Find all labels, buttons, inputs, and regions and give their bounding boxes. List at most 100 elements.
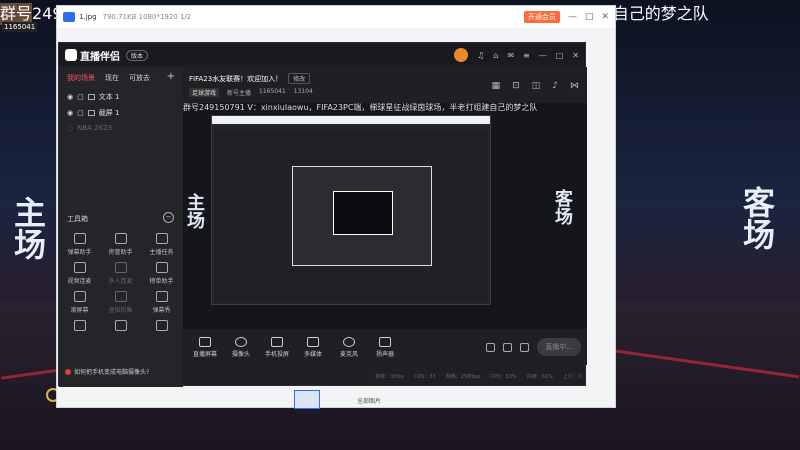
speaker-button[interactable]: 扬声器 <box>369 336 401 358</box>
start-live-button[interactable]: 直播中... <box>537 338 581 356</box>
eye-icon[interactable]: ◉ <box>67 109 73 117</box>
eye-off-icon[interactable]: ◌ <box>67 124 73 132</box>
record-icon[interactable] <box>486 342 496 352</box>
tool-label: 榜单助手 <box>149 278 174 285</box>
game-category-tag[interactable]: 足球游戏 <box>189 88 220 97</box>
camera-icon <box>235 336 247 347</box>
tool-tasks[interactable]: 主播任务 <box>141 233 182 256</box>
source-toolbar: 直播屏幕 摄像头 手机投屏 多媒体 麦克风 扬声器 直播中... <box>183 329 587 365</box>
image-viewer-titlebar: 1.jpg 790.71KB 1080*1920 1/2 开通会员 — □ ✕ <box>57 6 615 28</box>
source-item[interactable]: ◉ ▢ 文本 1 <box>59 89 183 105</box>
headset-icon[interactable]: ♫ <box>477 51 484 60</box>
tool-label: 弹幕助手 <box>67 249 92 256</box>
stream-preview[interactable]: 群号249150791 V：xinxiulaowu，FIFA23PC端，梯球星征… <box>183 103 587 329</box>
tool-label: 弹幕秀 <box>152 307 171 314</box>
source-item[interactable]: ◉ ▢ 截屏 1 <box>59 105 183 121</box>
status-bar: 帧率：30fps CPU：33 网络：25Mbps CPU：53% 内存：61%… <box>183 365 587 387</box>
tool-video-link[interactable]: 视频连麦 <box>59 262 100 285</box>
shirt-icon[interactable]: ⌂ <box>493 51 498 60</box>
help-tip[interactable]: 如何把手机变成电脑摄像头? <box>59 367 183 376</box>
ranking-icon <box>155 262 168 273</box>
toolbox-collapse-icon[interactable]: − <box>163 212 174 223</box>
tool-extra-icon <box>73 320 86 331</box>
eye-icon[interactable]: ◉ <box>67 93 73 101</box>
source-label: 截屏 1 <box>98 109 120 117</box>
mirror-icon[interactable]: ◫ <box>532 81 541 91</box>
button-label: 手机投屏 <box>264 350 289 358</box>
user-avatar[interactable] <box>454 48 469 62</box>
background-home-text: 主场 <box>9 196 47 260</box>
tool-danmu[interactable]: 弹幕助手 <box>59 233 100 256</box>
tab-my-scenes[interactable]: 我的场景 <box>67 73 95 83</box>
streaming-app-window: 直播伴侣 版本 ♫ ⌂ ✉ ≡ — □ ✕ 我的场景 现在 可放去 + ◉ ▢ … <box>58 42 587 387</box>
add-media-button[interactable]: 多媒体 <box>297 336 329 358</box>
tip-icon <box>65 368 71 375</box>
status-cpu-temp: CPU：33 <box>414 373 436 380</box>
tab-now[interactable]: 现在 <box>105 73 119 83</box>
monitor-icon <box>199 336 211 347</box>
eye-icon[interactable] <box>503 342 513 352</box>
background-away-text: 客场 <box>738 186 776 250</box>
viewer-logo-icon <box>63 12 75 22</box>
capture-source-icon <box>87 110 95 116</box>
bell-icon[interactable]: ♪ <box>552 81 558 91</box>
viewer-filename: 1.jpg <box>79 13 97 21</box>
minimize-icon[interactable]: — <box>568 12 577 22</box>
lock-icon[interactable]: ▢ <box>77 93 84 101</box>
layout-icon[interactable]: ▦ <box>492 81 501 91</box>
tool-extra[interactable] <box>141 320 182 331</box>
sidebar: 我的场景 现在 可放去 + ◉ ▢ 文本 1 ◉ ▢ 截屏 1 ◌ NBA 2K… <box>59 67 183 387</box>
microphone-button[interactable]: 麦克风 <box>333 336 365 358</box>
status-cpu: CPU：53% <box>490 373 517 380</box>
share-icon[interactable]: ⋈ <box>570 81 579 91</box>
nested-window-innermost <box>333 191 393 235</box>
source-label: NBA 2K23 <box>77 124 113 132</box>
maximize-icon[interactable]: □ <box>556 51 564 60</box>
tip-text: 如何把手机变成电脑摄像头? <box>74 369 150 376</box>
tool-extra[interactable] <box>59 320 100 331</box>
viewer-open-vip-button[interactable]: 开通会员 <box>523 11 560 23</box>
add-camera-button[interactable]: 摄像头 <box>225 336 257 358</box>
play-icon <box>307 336 319 347</box>
tool-extra[interactable] <box>100 320 141 331</box>
tool-avatar[interactable]: 虚拟形象 <box>100 291 141 314</box>
background-viewer-id: 1165041 <box>2 22 38 32</box>
add-scene-icon[interactable]: + <box>167 72 175 83</box>
close-icon[interactable]: ✕ <box>572 51 579 60</box>
app-titlebar-actions: ♫ ⌂ ✉ ≡ — □ ✕ <box>454 48 579 62</box>
viewer-thumbnail[interactable] <box>294 390 320 409</box>
video-link-icon <box>73 262 86 273</box>
menu-icon[interactable]: ≡ <box>523 51 530 60</box>
tool-multi-link[interactable]: 多人连麦 <box>100 262 141 285</box>
app-version-badge[interactable]: 版本 <box>126 49 149 61</box>
add-screen-button[interactable]: 直播屏幕 <box>189 336 221 358</box>
scene-tabs: 我的场景 现在 可放去 + <box>59 67 183 89</box>
tool-danmu-show[interactable]: 弹幕秀 <box>141 291 182 314</box>
close-icon[interactable]: ✕ <box>601 12 609 22</box>
tool-ranking[interactable]: 榜单助手 <box>141 262 182 285</box>
app-logo: 直播伴侣 <box>65 48 120 63</box>
button-label: 直播屏幕 <box>192 350 217 358</box>
preview-nested-window <box>211 115 491 305</box>
nested-window-body <box>214 130 488 302</box>
source-item[interactable]: ◌ NBA 2K23 <box>59 121 183 135</box>
button-label: 多媒体 <box>303 350 322 358</box>
tab-available[interactable]: 可放去 <box>129 73 150 83</box>
settings-icon[interactable] <box>520 342 530 352</box>
room-actions: ▦ ⊡ ◫ ♪ ⋈ <box>492 81 579 91</box>
maximize-icon[interactable]: □ <box>585 12 594 22</box>
viewer-footer: 全部图片 <box>57 389 617 409</box>
microphone-icon <box>343 336 355 347</box>
tool-scroll-screen[interactable]: 滚屏幕 <box>59 291 100 314</box>
preview-home-text: 主场 <box>184 193 205 229</box>
nested-window-titlebar <box>212 116 490 124</box>
mail-icon[interactable]: ✉ <box>507 51 514 60</box>
add-phone-cast-button[interactable]: 手机投屏 <box>261 336 293 358</box>
minimize-icon[interactable]: — <box>539 51 547 60</box>
admin-icon <box>114 233 127 244</box>
tool-room-admin[interactable]: 房管助手 <box>100 233 141 256</box>
edit-title-button[interactable]: 修改 <box>288 73 311 84</box>
lock-icon[interactable]: ▢ <box>77 109 84 117</box>
unlock-icon[interactable]: ⊡ <box>512 81 520 91</box>
viewer-all-images-label[interactable]: 全部图片 <box>357 396 381 405</box>
